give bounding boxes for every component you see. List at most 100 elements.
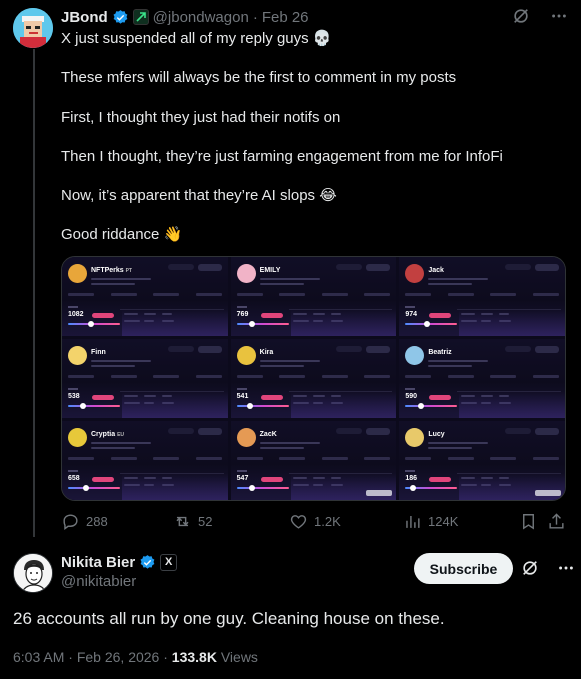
repost-button[interactable]: 52	[173, 510, 212, 532]
profile-card-stat	[321, 457, 348, 460]
profile-card-rank-pill	[260, 477, 283, 482]
profile-card-stat	[236, 457, 263, 460]
profile-card-tag	[336, 428, 363, 434]
profile-card-tag	[197, 264, 222, 271]
profile-card-score: 658	[68, 475, 80, 482]
reply-date[interactable]: Feb 26, 2026	[77, 649, 160, 665]
grok-icon[interactable]	[520, 558, 540, 578]
verified-badge-icon	[140, 555, 155, 569]
tweet-media-image[interactable]: NFTPerks PT 1082 EMILY 769 Jack 974 Finn 538 Kir…	[61, 256, 566, 501]
profile-card-stat	[447, 293, 474, 296]
views-button[interactable]: 124K	[403, 510, 458, 532]
profile-card-footer-chip	[366, 490, 393, 496]
profile-card-bio-line	[428, 447, 473, 449]
bookmark-button[interactable]	[519, 510, 538, 532]
profile-card-tag	[505, 346, 531, 352]
profile-card-score: 590	[405, 393, 418, 400]
profile-card-stat	[405, 457, 432, 460]
jbond-avatar[interactable]	[13, 8, 53, 48]
profile-card-tag	[366, 346, 391, 353]
nikita-avatar[interactable]	[13, 553, 53, 593]
profile-card-progress-knob	[417, 403, 424, 409]
x-affiliate-badge[interactable]: X	[160, 554, 178, 571]
tweet-top-actions	[511, 6, 569, 26]
like-button[interactable]: 1.2K	[289, 510, 341, 532]
profile-card-progress-bar	[236, 485, 289, 491]
author-name[interactable]: JBond	[61, 9, 108, 26]
reply-icon	[63, 513, 78, 530]
profile-card-name: Beatriz	[428, 349, 452, 356]
profile-card-avatar	[405, 346, 425, 365]
profile-card-progress-bar	[68, 485, 120, 491]
reply-views-label: Views	[220, 649, 258, 665]
reply-button[interactable]: 288	[61, 510, 108, 532]
profile-card-chart-glow	[122, 310, 228, 336]
profile-card-progress-bar	[405, 403, 458, 409]
author-handle[interactable]: @jbondwagon	[153, 9, 249, 26]
profile-card-progress-bar	[405, 321, 458, 327]
profile-card-stat	[490, 457, 517, 460]
profile-card-stats	[68, 457, 222, 465]
reply-author-name[interactable]: Nikita Bier	[61, 553, 135, 572]
tweet-date[interactable]: Feb 26	[262, 9, 309, 26]
profile-card-bio-line	[428, 278, 489, 280]
profile-card-rank-pill	[92, 395, 114, 400]
profile-card-progress-knob	[247, 403, 254, 409]
grok-icon[interactable]	[511, 6, 531, 26]
profile-card-tag	[336, 264, 363, 270]
more-icon[interactable]	[549, 6, 569, 26]
profile-card-tag	[535, 428, 559, 435]
profile-card-bio-line	[91, 365, 135, 367]
dot-separator: ·	[252, 8, 258, 26]
profile-card-stat	[110, 457, 137, 460]
profile-card-score: 1082	[68, 311, 84, 318]
profile-card-progress-knob	[424, 321, 431, 327]
profile-card-stats	[236, 375, 391, 383]
profile-card-progress-bar	[68, 403, 120, 409]
profile-card-score: 538	[68, 393, 80, 400]
profile-card-rank-pill	[260, 313, 283, 318]
profile-card-stat	[110, 375, 137, 378]
profile-card-bio-line	[259, 278, 320, 280]
like-icon	[290, 514, 307, 529]
profile-card-stat	[68, 293, 94, 296]
reply-body: 26 accounts all run by one guy. Cleaning…	[13, 609, 445, 628]
repost-count: 52	[198, 513, 213, 529]
profile-card-bio-line	[259, 283, 304, 285]
profile-card-bio-line	[428, 365, 473, 367]
reply-time[interactable]: 6:03 AM	[13, 649, 64, 665]
profile-card-score-label	[236, 388, 247, 390]
profile-card-chart-glow	[290, 310, 397, 336]
profile-card-rank-pill	[429, 395, 452, 400]
profile-card-progress-knob	[249, 321, 256, 327]
profile-card-tag	[366, 264, 391, 271]
more-icon[interactable]	[556, 558, 576, 578]
profile-card-bio-line	[259, 360, 320, 362]
profile-card-tag	[167, 346, 194, 352]
share-icon	[549, 512, 564, 529]
reply-author-handle[interactable]: @nikitabier	[61, 572, 177, 591]
profile-card: ZacK 547	[230, 421, 397, 500]
affiliate-badge-icon	[132, 9, 149, 25]
reply-top-actions	[520, 558, 576, 578]
profile-card-stat	[153, 375, 180, 378]
profile-card-name: Cryptia EU	[91, 431, 125, 438]
subscribe-button[interactable]: Subscribe	[414, 553, 513, 584]
profile-card: Finn 538	[62, 339, 228, 418]
profile-card-stat	[321, 375, 348, 378]
tweet-line: Good riddance 👋	[61, 226, 183, 244]
profile-card-chart-glow	[290, 474, 397, 500]
profile-card: EMILY 769	[230, 257, 397, 336]
profile-card-stats	[236, 457, 391, 465]
profile-card-rank-pill	[92, 477, 114, 482]
dot-separator: ·	[68, 649, 73, 665]
profile-card-bio-line	[428, 360, 489, 362]
profile-card-stat	[195, 293, 222, 296]
profile-card-progress-bar	[68, 321, 120, 327]
profile-card-stats	[68, 293, 222, 301]
profile-card-progress-knob	[88, 321, 95, 327]
tweet-header: JBond @jbondwagon · Feb 26	[61, 7, 309, 27]
reply-views-count[interactable]: 133.8K	[172, 649, 217, 665]
profile-card-stat	[68, 457, 94, 460]
share-button[interactable]	[547, 510, 566, 532]
